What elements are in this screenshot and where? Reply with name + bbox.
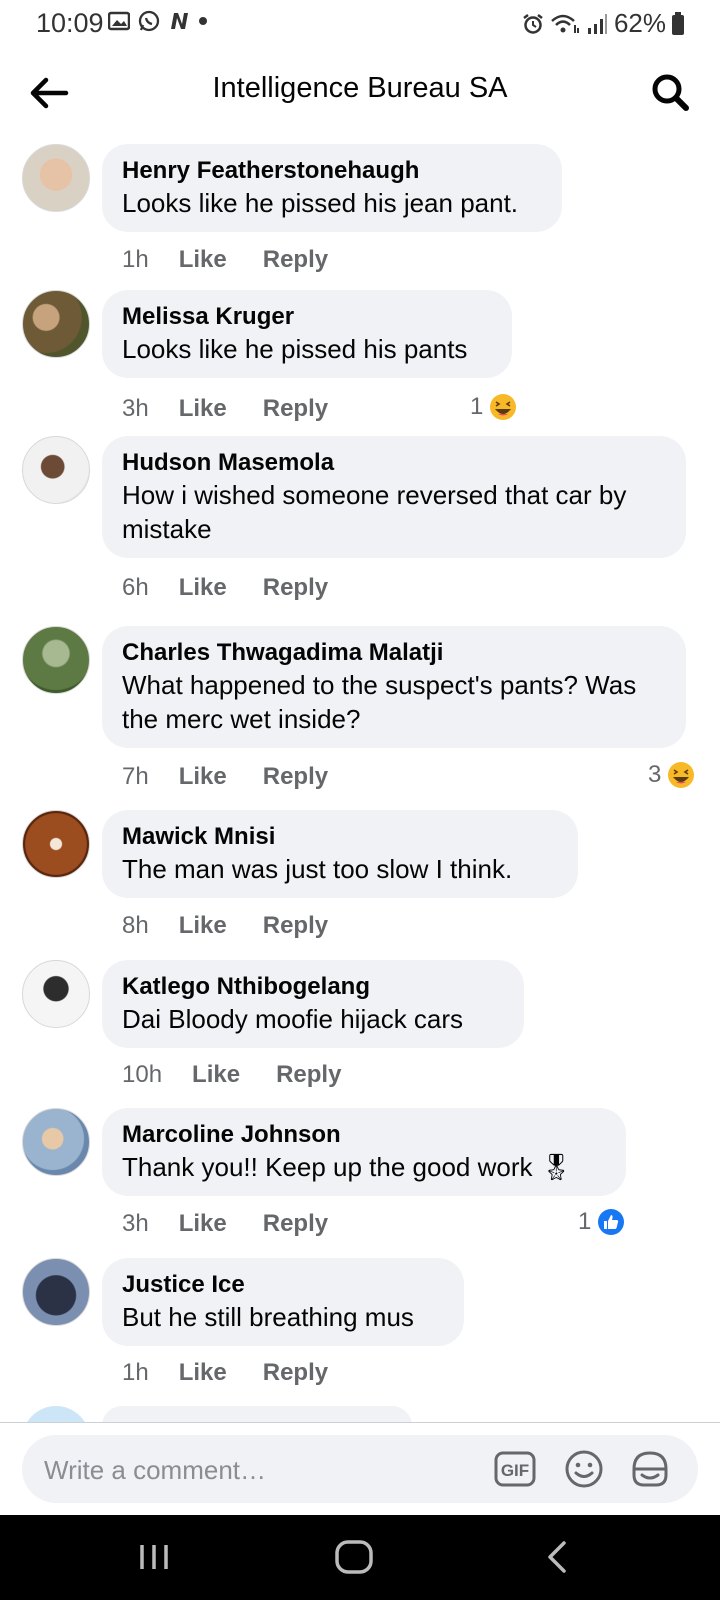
comment-text: Looks like he pissed his pants	[122, 334, 468, 364]
avatar[interactable]	[22, 144, 90, 212]
home-icon[interactable]	[332, 1537, 376, 1577]
comment-bubble[interactable]: Charles Thwagadima Malatji What happened…	[102, 626, 686, 748]
reply-button[interactable]: Reply	[263, 395, 328, 423]
like-button[interactable]: Like	[179, 574, 227, 602]
comment-bubble[interactable]: Mawick Mnisi The man was just too slow I…	[102, 810, 578, 898]
avatar[interactable]	[22, 810, 90, 878]
avatar[interactable]	[22, 960, 90, 1028]
like-button[interactable]: Like	[179, 912, 227, 940]
comment-author[interactable]: Katlego Nthibogelang	[122, 972, 504, 1002]
comment-time[interactable]: 6h	[122, 574, 149, 602]
comment-composer-bar: GIF	[0, 1422, 720, 1515]
comment-author[interactable]: Justice Ice	[122, 1270, 444, 1300]
recent-apps-icon[interactable]	[134, 1537, 174, 1577]
comment-actions: 3h Like Reply	[122, 1207, 328, 1241]
comment-bubble[interactable]: Hudson Masemola How i wished someone rev…	[102, 436, 686, 558]
reply-button[interactable]: Reply	[263, 763, 328, 791]
reply-button[interactable]: Reply	[263, 1359, 328, 1387]
comment-list[interactable]: Henry Featherstonehaugh Looks like he pi…	[0, 0, 720, 1422]
avatar[interactable]	[22, 1406, 90, 1422]
reply-button[interactable]: Reply	[263, 1210, 328, 1238]
like-button[interactable]: Like	[179, 763, 227, 791]
reaction-count: 1	[578, 1208, 592, 1235]
reaction-summary[interactable]: 1	[578, 1207, 625, 1237]
reaction-summary[interactable]: 1	[470, 392, 517, 422]
comment-actions: 3h Like Reply	[122, 392, 328, 426]
comment-actions: 10h Like Reply	[122, 1058, 341, 1092]
comment-composer: GIF	[22, 1435, 698, 1505]
comment-bubble[interactable]: Katlego Nthibogelang Dai Bloody moofie h…	[102, 960, 524, 1048]
like-button[interactable]: Like	[179, 1210, 227, 1238]
back-nav-icon[interactable]	[538, 1537, 578, 1577]
reaction-count: 1	[470, 393, 484, 420]
comment-author[interactable]: Henry Featherstonehaugh	[122, 156, 542, 186]
avatar[interactable]	[22, 626, 90, 694]
avatar[interactable]	[22, 290, 90, 358]
comment-author[interactable]: Marcoline Johnson	[122, 1120, 606, 1150]
gif-icon[interactable]: GIF	[494, 1449, 536, 1489]
comment-time[interactable]: 8h	[122, 912, 149, 940]
sticker-icon[interactable]	[630, 1449, 670, 1489]
comment-bubble[interactable]: Henry Featherstonehaugh Looks like he pi…	[102, 144, 562, 232]
comment-time[interactable]: 3h	[122, 395, 149, 423]
comment-author[interactable]: Charles Thwagadima Malatji	[122, 638, 666, 668]
comment-time[interactable]: 1h	[122, 1359, 149, 1387]
avatar[interactable]	[22, 1108, 90, 1176]
reply-button[interactable]: Reply	[276, 1061, 341, 1089]
comment-text: Looks like he pissed his jean pant.	[122, 188, 519, 218]
gif-label: GIF	[501, 1461, 529, 1480]
comment-time[interactable]: 3h	[122, 1210, 149, 1238]
comment-text: But he still breathing mus	[122, 1302, 414, 1332]
haha-reaction-icon	[668, 762, 695, 788]
comment-input[interactable]	[42, 1435, 466, 1505]
like-button[interactable]: Like	[192, 1061, 240, 1089]
comment-actions: 1h Like Reply	[122, 243, 328, 277]
comment-actions: 6h Like Reply	[122, 571, 328, 605]
reply-button[interactable]: Reply	[263, 912, 328, 940]
comment-bubble[interactable]: Justice Ice But he still breathing mus	[102, 1258, 464, 1346]
comment-text: How i wished someone reversed that car b…	[122, 480, 627, 544]
comment-bubble[interactable]	[102, 1406, 412, 1422]
reaction-summary[interactable]: 3	[648, 760, 695, 790]
like-button[interactable]: Like	[179, 395, 227, 423]
comment-time[interactable]: 7h	[122, 763, 149, 791]
comment-text: Dai Bloody moofie hijack cars	[122, 1004, 464, 1034]
like-button[interactable]: Like	[179, 246, 227, 274]
comment-actions: 7h Like Reply	[122, 760, 328, 794]
comment-text: What happened to the suspect's pants? Wa…	[122, 670, 637, 734]
comment-author[interactable]: Melissa Kruger	[122, 302, 492, 332]
comment-text: Thank you!! Keep up the good work 🎖	[122, 1152, 573, 1182]
comment-actions: 8h Like Reply	[122, 909, 328, 943]
emoji-icon[interactable]	[564, 1449, 604, 1489]
comment-bubble[interactable]: Marcoline Johnson Thank you!! Keep up th…	[102, 1108, 626, 1196]
haha-reaction-icon	[490, 394, 517, 420]
reaction-count: 3	[648, 761, 662, 788]
avatar[interactable]	[22, 436, 90, 504]
comment-time[interactable]: 10h	[122, 1061, 162, 1089]
reply-button[interactable]: Reply	[263, 246, 328, 274]
comment-author[interactable]: Mawick Mnisi	[122, 822, 558, 852]
comment-bubble[interactable]: Melissa Kruger Looks like he pissed his …	[102, 290, 512, 378]
system-nav-bar	[0, 1515, 720, 1600]
like-button[interactable]: Like	[179, 1359, 227, 1387]
avatar[interactable]	[22, 1258, 90, 1326]
comment-author[interactable]: Hudson Masemola	[122, 448, 666, 478]
comment-time[interactable]: 1h	[122, 246, 149, 274]
comment-actions: 1h Like Reply	[122, 1356, 328, 1390]
comment-text: The man was just too slow I think.	[122, 854, 513, 884]
reply-button[interactable]: Reply	[263, 574, 328, 602]
like-reaction-icon	[598, 1209, 625, 1235]
